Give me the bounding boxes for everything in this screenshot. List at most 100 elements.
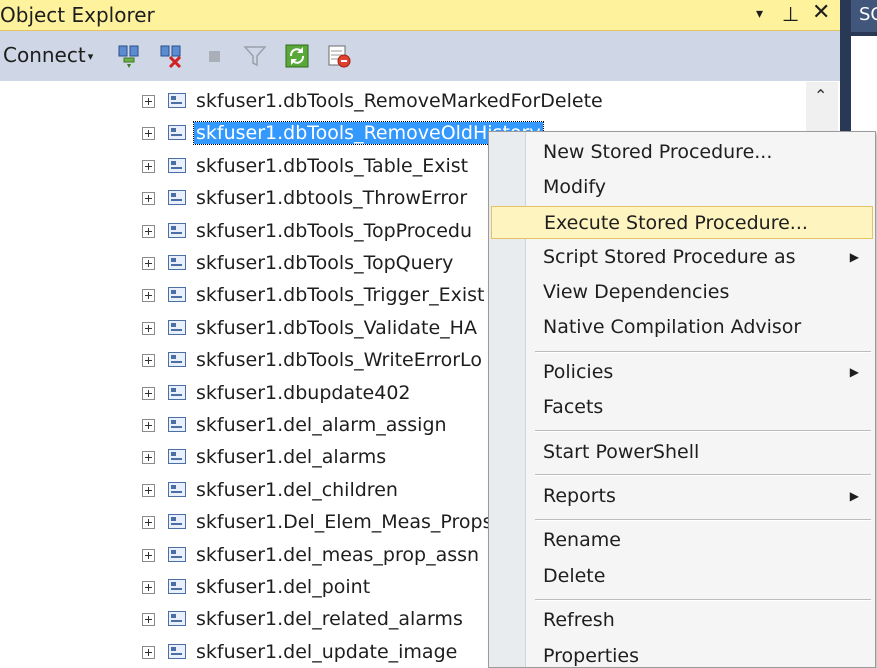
stored-procedure-icon bbox=[168, 222, 186, 238]
window-position-dropdown-icon[interactable]: ▾ bbox=[756, 6, 763, 22]
menu-item-label: Properties bbox=[543, 645, 640, 667]
tree-node-label: skfuser1.del_children bbox=[196, 478, 398, 501]
expand-plus-icon[interactable] bbox=[142, 127, 155, 141]
tree-node-stored-procedure[interactable]: skfuser1.dbTools_RemoveMarkedForDelete bbox=[140, 86, 700, 116]
object-explorer-title-bar: Object Explorer ▾ ⊥ ✕ bbox=[0, 0, 840, 31]
stored-procedure-icon bbox=[168, 611, 186, 627]
tree-node-label: skfuser1.dbTools_WriteErrorLo bbox=[196, 349, 482, 372]
tree-node-label: skfuser1.del_update_image bbox=[196, 640, 458, 663]
tree-node-label: skfuser1.dbTools_Trigger_Exist bbox=[196, 284, 485, 307]
expand-plus-icon[interactable] bbox=[142, 257, 155, 270]
expand-plus-icon[interactable] bbox=[142, 192, 155, 206]
stored-procedure-icon bbox=[168, 546, 186, 562]
menu-item-label: New Stored Procedure... bbox=[543, 141, 773, 163]
stored-procedure-icon bbox=[168, 125, 186, 141]
connect-object-explorer-icon[interactable] bbox=[116, 43, 142, 69]
auto-hide-pin-icon[interactable]: ⊥ bbox=[782, 2, 799, 26]
expand-plus-icon[interactable] bbox=[142, 613, 155, 627]
expand-plus-icon[interactable] bbox=[142, 289, 155, 303]
menu-item-label: Refresh bbox=[543, 609, 615, 631]
tree-node-label: skfuser1.dbTools_Validate_HA bbox=[196, 316, 477, 339]
panel-title: Object Explorer bbox=[0, 3, 155, 27]
stored-procedure-icon bbox=[168, 157, 186, 173]
close-icon[interactable]: ✕ bbox=[812, 0, 830, 25]
menu-item-label: Execute Stored Procedure... bbox=[544, 212, 808, 234]
filter-icon[interactable] bbox=[242, 43, 268, 69]
menu-item-modify[interactable]: Modify bbox=[491, 171, 873, 204]
menu-item-policies[interactable]: Policies ▶ bbox=[491, 356, 873, 389]
submenu-arrow-icon: ▶ bbox=[849, 365, 859, 379]
menu-item-start-powershell[interactable]: Start PowerShell bbox=[491, 436, 873, 469]
menu-item-label: Native Compilation Advisor bbox=[543, 316, 802, 338]
menu-item-label: Rename bbox=[543, 529, 621, 551]
menu-item-label: Delete bbox=[543, 565, 606, 587]
stored-procedure-icon bbox=[168, 481, 186, 497]
stored-procedure-icon bbox=[168, 93, 186, 108]
stored-procedure-icon bbox=[168, 449, 186, 465]
context-menu: New Stored Procedure... Modify Execute Sto… bbox=[488, 131, 876, 668]
menu-item-execute-stored-procedure[interactable]: Execute Stored Procedure... bbox=[491, 206, 873, 239]
menu-item-new-stored-procedure[interactable]: New Stored Procedure... bbox=[491, 136, 873, 169]
menu-separator bbox=[535, 430, 871, 432]
expand-plus-icon[interactable] bbox=[142, 451, 155, 465]
menu-item-label: Start PowerShell bbox=[543, 441, 700, 463]
menu-item-rename[interactable]: Rename bbox=[491, 524, 873, 557]
menu-item-label: Script Stored Procedure as bbox=[543, 246, 796, 268]
submenu-arrow-icon: ▶ bbox=[849, 250, 859, 264]
expand-plus-icon[interactable] bbox=[142, 354, 155, 368]
tree-node-label: skfuser1.dbtools_ThrowError bbox=[196, 187, 468, 210]
expand-plus-icon[interactable] bbox=[142, 645, 155, 659]
scroll-up-icon[interactable]: ⌃ bbox=[814, 86, 827, 105]
tree-node-label: skfuser1.dbTools_Table_Exist bbox=[196, 154, 469, 177]
document-tab-label: SC bbox=[859, 4, 877, 25]
menu-separator bbox=[535, 474, 871, 476]
expand-plus-icon[interactable] bbox=[142, 321, 155, 335]
tree-node-label: skfuser1.Del_Elem_Meas_Props bbox=[196, 511, 493, 534]
menu-item-native-compilation-advisor[interactable]: Native Compilation Advisor bbox=[491, 311, 873, 344]
stored-procedure-icon bbox=[168, 417, 186, 432]
menu-item-facets[interactable]: Facets bbox=[491, 391, 873, 424]
menu-item-label: Reports bbox=[543, 485, 616, 507]
menu-item-view-dependencies[interactable]: View Dependencies bbox=[491, 276, 873, 309]
stop-icon[interactable] bbox=[202, 43, 228, 69]
stored-procedure-icon bbox=[168, 384, 186, 400]
stored-procedure-icon bbox=[168, 190, 186, 206]
expand-plus-icon[interactable] bbox=[142, 581, 155, 594]
stored-procedure-icon bbox=[168, 352, 186, 368]
connect-label: Connect bbox=[3, 43, 86, 67]
menu-item-label: View Dependencies bbox=[543, 281, 730, 303]
stored-procedure-icon bbox=[168, 255, 186, 270]
stored-procedure-icon bbox=[168, 287, 186, 303]
disconnect-icon[interactable] bbox=[158, 43, 184, 69]
tree-node-label: skfuser1.del_point bbox=[196, 576, 371, 598]
refresh-icon[interactable] bbox=[284, 43, 310, 69]
expand-plus-icon[interactable] bbox=[142, 224, 155, 238]
tree-node-label: skfuser1.dbTools_RemoveMarkedForDelete bbox=[196, 90, 603, 112]
expand-plus-icon[interactable] bbox=[142, 159, 155, 173]
menu-item-delete[interactable]: Delete bbox=[491, 560, 873, 593]
connect-button[interactable]: Connect ▾ bbox=[3, 43, 93, 67]
chevron-down-icon: ▾ bbox=[87, 50, 94, 63]
tree-node-label: skfuser1.dbTools_TopQuery bbox=[196, 252, 454, 274]
menu-item-reports[interactable]: Reports ▶ bbox=[491, 480, 873, 513]
expand-plus-icon[interactable] bbox=[142, 548, 155, 562]
expand-plus-icon[interactable] bbox=[142, 95, 155, 108]
stored-procedure-icon bbox=[168, 643, 186, 659]
tree-node-label: skfuser1.del_alarm_assign bbox=[196, 414, 447, 436]
menu-item-refresh[interactable]: Refresh bbox=[491, 604, 873, 637]
expand-plus-icon[interactable] bbox=[142, 516, 155, 530]
menu-separator bbox=[535, 519, 871, 521]
menu-separator bbox=[535, 351, 871, 353]
activity-monitor-icon[interactable] bbox=[326, 43, 352, 69]
menu-item-label: Policies bbox=[543, 361, 614, 383]
expand-plus-icon[interactable] bbox=[142, 386, 155, 400]
tree-node-label: skfuser1.del_related_alarms bbox=[196, 608, 463, 631]
expand-plus-icon[interactable] bbox=[142, 483, 155, 497]
menu-item-script-stored-procedure-as[interactable]: Script Stored Procedure as ▶ bbox=[491, 241, 873, 274]
tree-node-label: skfuser1.del_alarms bbox=[196, 446, 387, 469]
document-tab[interactable]: SC bbox=[851, 0, 877, 32]
menu-item-properties[interactable]: Properties bbox=[491, 640, 873, 667]
expand-plus-icon[interactable] bbox=[142, 419, 155, 432]
tree-node-label: skfuser1.del_meas_prop_assn bbox=[196, 543, 480, 566]
menu-separator bbox=[535, 599, 871, 601]
